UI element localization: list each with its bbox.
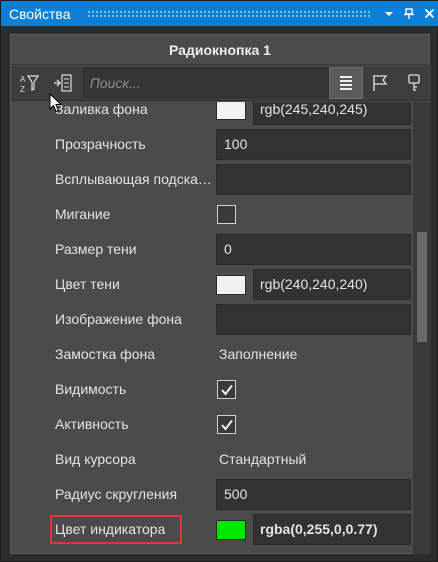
corner-radius-field[interactable]: 500 xyxy=(216,479,411,510)
property-label: Вид курсора xyxy=(55,451,136,467)
sort-alpha-icon[interactable]: A Z xyxy=(13,67,45,99)
checkmark-icon xyxy=(220,384,233,396)
property-row-visibility[interactable]: Видимость xyxy=(11,372,413,407)
window-title: Свойства xyxy=(9,5,71,22)
property-label-highlighted: Цвет индикатора xyxy=(50,515,182,544)
shadow-size-field[interactable]: 0 xyxy=(216,234,411,265)
tiling-value[interactable]: Заполнение xyxy=(219,337,297,372)
chevron-down-icon[interactable] xyxy=(379,4,399,24)
properties-panel: Радиокнопка 1 A Z Поиск... Заливка фона … xyxy=(10,34,431,554)
color-value-field[interactable]: rgb(240,240,240) xyxy=(253,269,411,300)
title-bar[interactable]: Свойства xyxy=(1,1,438,26)
property-row-background-fill[interactable]: Заливка фона rgb(245,240,245) xyxy=(11,102,413,127)
property-label: Активность xyxy=(55,416,129,432)
svg-text:Z: Z xyxy=(20,85,25,94)
close-icon[interactable] xyxy=(419,4,438,24)
vertical-scrollbar[interactable] xyxy=(413,102,431,554)
property-label: Всплывающая подсказка xyxy=(55,171,213,187)
pin-icon[interactable] xyxy=(399,4,419,24)
color-value-field[interactable]: rgba(0,255,0,0.77) xyxy=(253,514,411,545)
properties-window: Свойства Радиокнопка 1 A Z Поиск... Зали… xyxy=(0,0,438,562)
drag-grip[interactable] xyxy=(87,10,371,17)
search-input[interactable]: Поиск... xyxy=(82,68,330,98)
opacity-field[interactable]: 100 xyxy=(216,129,411,160)
mouse-cursor-icon xyxy=(49,93,63,113)
key-icon[interactable] xyxy=(397,67,431,99)
property-row-shadow-size[interactable]: Размер тени 0 xyxy=(11,232,413,267)
enabled-checkbox[interactable] xyxy=(217,415,236,434)
property-row-cursor-type[interactable]: Вид курсора Стандартный xyxy=(11,442,413,477)
background-image-field[interactable] xyxy=(216,304,411,335)
tooltip-field[interactable] xyxy=(216,164,411,195)
color-swatch[interactable] xyxy=(216,275,246,295)
property-row-tooltip[interactable]: Всплывающая подсказка xyxy=(11,162,413,197)
visibility-checkbox[interactable] xyxy=(217,380,236,399)
property-label: Замостка фона xyxy=(55,346,155,362)
checkmark-icon xyxy=(220,419,233,431)
property-row-opacity[interactable]: Прозрачность 100 xyxy=(11,127,413,162)
property-row-background-tiling[interactable]: Замостка фона Заполнение xyxy=(11,337,413,372)
color-value-field[interactable]: rgb(245,240,245) xyxy=(253,102,411,125)
cursor-type-value[interactable]: Стандартный xyxy=(219,442,306,477)
object-name-header: Радиокнопка 1 xyxy=(11,35,429,65)
properties-toolbar: A Z Поиск... xyxy=(11,66,431,101)
scrollbar-thumb[interactable] xyxy=(417,232,427,342)
property-label: Цвет тени xyxy=(55,276,120,292)
property-label: Прозрачность xyxy=(55,136,146,152)
property-row-enabled[interactable]: Активность xyxy=(11,407,413,442)
color-swatch[interactable] xyxy=(216,102,246,120)
property-label: Видимость xyxy=(55,381,127,397)
properties-list-icon[interactable] xyxy=(329,67,364,99)
property-label: Размер тени xyxy=(55,241,137,257)
property-label: Заливка фона xyxy=(55,102,148,117)
property-grid: Заливка фона rgb(245,240,245) Прозрачнос… xyxy=(11,102,413,554)
property-row-background-image[interactable]: Изображение фона xyxy=(11,302,413,337)
color-swatch[interactable] xyxy=(216,520,246,540)
property-label: Изображение фона xyxy=(55,311,182,327)
blink-checkbox[interactable] xyxy=(217,205,236,224)
property-row-corner-radius[interactable]: Радиус скругления 500 xyxy=(11,477,413,512)
property-label: Мигание xyxy=(55,206,111,222)
property-row-shadow-color[interactable]: Цвет тени rgb(240,240,240) xyxy=(11,267,413,302)
svg-text:A: A xyxy=(20,75,26,84)
property-row-blink[interactable]: Мигание xyxy=(11,197,413,232)
flag-icon[interactable] xyxy=(363,67,397,99)
property-row-indicator-color[interactable]: Цвет индикатора rgba(0,255,0,0.77) xyxy=(11,512,413,547)
property-label: Радиус скругления xyxy=(55,486,178,502)
